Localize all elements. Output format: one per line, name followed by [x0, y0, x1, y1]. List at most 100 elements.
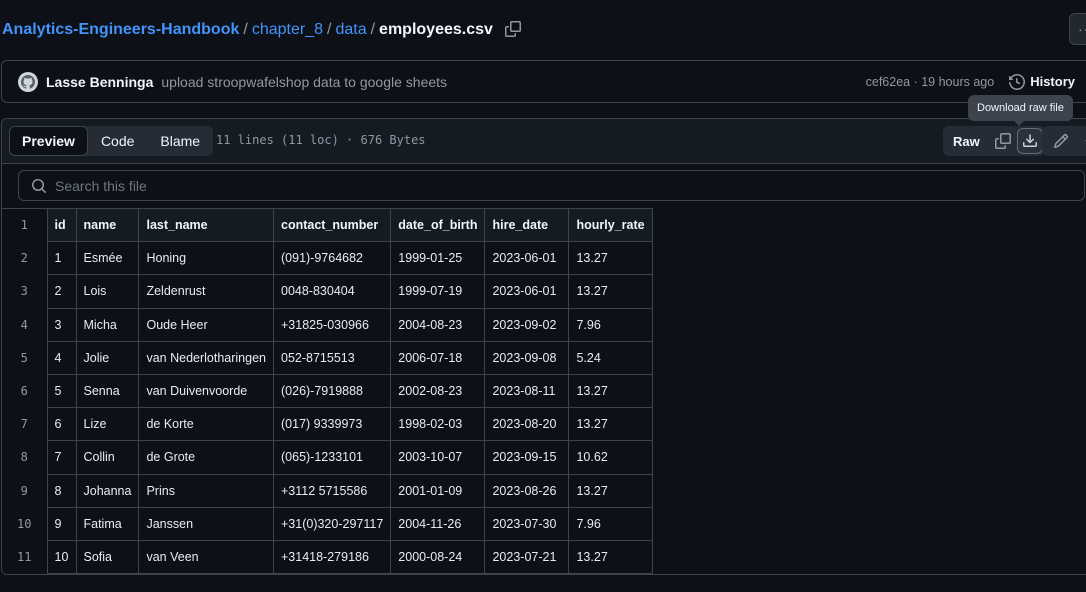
table-cell-hire-date: 2023-09-02	[484, 307, 570, 342]
table-cell-id: 3	[46, 307, 77, 342]
copy-icon	[994, 133, 1011, 149]
table-cell-last-name: Janssen	[138, 506, 274, 541]
table-cell-hire-date: 2023-07-30	[484, 506, 570, 541]
history-icon	[1009, 73, 1026, 90]
table-cell-last-name: de Korte	[138, 407, 274, 442]
tab-blame[interactable]: Blame	[147, 126, 213, 156]
table-cell-id: 7	[46, 440, 77, 475]
table-cell-id: 5	[46, 373, 77, 409]
search-file-box	[18, 170, 1085, 201]
line-number[interactable]: 8	[2, 440, 48, 474]
raw-button[interactable]: Raw	[943, 126, 990, 156]
line-number[interactable]: 4	[2, 308, 48, 342]
file-info: 11 lines (11 loc) · 676 Bytes	[216, 133, 426, 147]
avatar-icon	[21, 74, 35, 89]
table-cell-name: Collin	[75, 440, 140, 475]
file-viewer: Preview Code Blame 11 lines (11 loc) · 6…	[1, 118, 1086, 575]
table-cell-date-of-birth: 2002-08-23	[390, 373, 486, 409]
view-mode-toggle: Preview Code Blame	[9, 126, 214, 156]
table-row: 4 3 Micha Oude Heer +31825-030966 2004-08-23 2…	[2, 307, 653, 342]
line-number[interactable]: 11	[2, 540, 48, 574]
table-cell-contact-number: (091)-9764682	[272, 241, 392, 276]
table-cell-date-of-birth: 2001-01-09	[390, 473, 486, 508]
table-header-row: 1 id name last_name contact_number date_…	[2, 207, 653, 243]
tab-code[interactable]: Code	[88, 126, 147, 156]
table-cell-contact-number: 0048-830404	[272, 274, 392, 309]
commit-sha-time[interactable]: cef62ea · 19 hours ago	[866, 75, 995, 89]
edit-options-button[interactable]	[1075, 128, 1086, 154]
search-file-input[interactable]	[55, 177, 955, 194]
column-header: name	[75, 207, 140, 243]
kebab-icon: ···	[1078, 21, 1086, 37]
table-row: 10 9 Fatima Janssen +31(0)320-297117 2004-11-…	[2, 506, 653, 541]
table-cell-name: Sofia	[75, 539, 140, 574]
breadcrumb: Analytics-Engineers-Handbook / chapter_8…	[2, 19, 523, 41]
table-cell-last-name: van Duivenvoorde	[138, 373, 274, 409]
table-cell-last-name: de Grote	[138, 440, 274, 475]
download-raw-button[interactable]	[1016, 128, 1043, 154]
table-cell-name: Fatima	[75, 506, 140, 541]
download-tooltip: Download raw file	[968, 95, 1073, 126]
copy-raw-button[interactable]	[990, 128, 1016, 154]
line-number[interactable]: 2	[2, 241, 48, 275]
table-cell-hire-date: 2023-09-08	[484, 340, 570, 375]
history-button[interactable]: History	[1009, 73, 1075, 90]
breadcrumb-chapter-link[interactable]: chapter_8	[252, 21, 323, 39]
breadcrumb-repo-link[interactable]: Analytics-Engineers-Handbook	[2, 21, 239, 39]
table-cell-hire-date: 2023-08-11	[484, 373, 570, 409]
table-cell-contact-number: +3112 5715586	[272, 473, 392, 508]
table-cell-id: 9	[46, 506, 77, 541]
tab-preview[interactable]: Preview	[9, 126, 88, 156]
more-options-button[interactable]: ···	[1069, 13, 1086, 45]
line-number[interactable]: 7	[2, 407, 48, 441]
column-header: hire_date	[484, 207, 570, 243]
table-cell-hourly-rate: 13.27	[568, 373, 653, 409]
copy-path-icon[interactable]	[504, 21, 523, 39]
table-cell-last-name: Zeldenrust	[138, 274, 274, 309]
download-icon	[1022, 134, 1037, 147]
table-row: 9 8 Johanna Prins +3112 5715586 2001-01-09 202…	[2, 473, 653, 508]
breadcrumb-data-link[interactable]: data	[335, 21, 366, 39]
edit-file-button[interactable]	[1048, 128, 1074, 154]
column-header: contact_number	[272, 207, 392, 243]
table-cell-contact-number: (026)-7919888	[272, 373, 392, 409]
table-body: 2 1 Esmée Honing (091)-9764682 1999-01-25 2023…	[2, 241, 653, 574]
line-number[interactable]: 3	[2, 274, 48, 309]
breadcrumb-file-name: employees.csv	[379, 21, 493, 38]
table-cell-date-of-birth: 2003-10-07	[390, 440, 486, 475]
table-row: 11 10 Sofia van Veen +31418-279186 2000-08-24…	[2, 539, 653, 574]
table-cell-date-of-birth: 2004-08-23	[390, 307, 486, 342]
table-cell-last-name: Honing	[138, 241, 274, 276]
pencil-icon	[1053, 133, 1069, 149]
table-cell-name: Lois	[75, 274, 140, 309]
table-cell-id: 2	[46, 274, 77, 309]
line-number[interactable]: 10	[2, 507, 48, 541]
table-cell-contact-number: +31418-279186	[272, 539, 392, 574]
file-header: Preview Code Blame 11 lines (11 loc) · 6…	[2, 119, 1086, 164]
commit-message[interactable]: upload stroopwafelshop data to google sh…	[161, 74, 447, 90]
table-cell-id: 6	[46, 407, 77, 442]
line-number[interactable]: 1	[2, 207, 48, 242]
table-cell-name: Jolie	[75, 340, 140, 375]
breadcrumb-separator: /	[243, 21, 248, 38]
table-cell-contact-number: +31(0)320-297117	[272, 506, 392, 541]
csv-table: 1 id name last_name contact_number date_…	[2, 207, 653, 574]
table-row: 3 2 Lois Zeldenrust 0048-830404 1999-07-19 202…	[2, 274, 653, 309]
table-cell-date-of-birth: 1998-02-03	[390, 407, 486, 442]
line-number[interactable]: 6	[2, 374, 48, 408]
line-number[interactable]: 9	[2, 474, 48, 508]
column-header: last_name	[138, 207, 274, 243]
column-header: date_of_birth	[390, 207, 486, 243]
avatar[interactable]	[18, 71, 38, 92]
table-row: 7 6 Lize de Korte (017) 9339973 1998-02-03 202…	[2, 407, 653, 442]
table-cell-id: 8	[46, 473, 77, 508]
table-cell-id: 10	[46, 539, 77, 574]
commit-author[interactable]: Lasse Benninga	[46, 74, 153, 90]
line-number[interactable]: 5	[2, 341, 48, 375]
table-cell-date-of-birth: 2004-11-26	[390, 506, 486, 541]
history-label: History	[1030, 74, 1075, 89]
edit-file-group	[1042, 126, 1086, 156]
table-cell-hourly-rate: 13.27	[568, 241, 653, 276]
table-cell-name: Lize	[75, 407, 140, 442]
table-cell-hire-date: 2023-06-01	[484, 241, 570, 276]
